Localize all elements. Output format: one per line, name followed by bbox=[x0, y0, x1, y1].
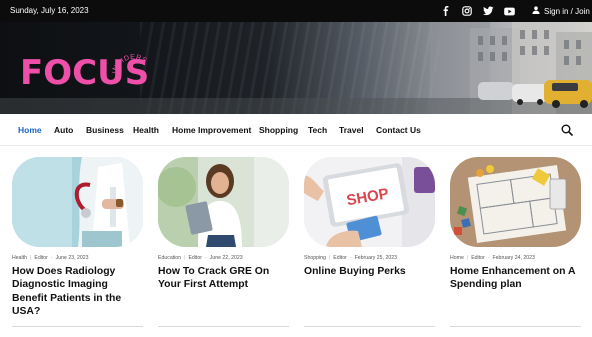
article-meta: Health | Editor - June 23, 2023 bbox=[12, 255, 89, 261]
sign-in-link[interactable]: Sign in / Join bbox=[532, 6, 590, 16]
card-divider bbox=[12, 326, 143, 327]
article-thumbnail-shop-tablet[interactable]: SHOP bbox=[304, 157, 435, 247]
logo-tagline: INSIDERS bbox=[112, 54, 148, 75]
article-card[interactable]: Education | Editor - June 22, 2023 How To Cr… bbox=[158, 157, 289, 292]
header-banner: FOCUS INSIDERS bbox=[0, 22, 592, 114]
article-title[interactable]: Home Enhancement on A Spending plan bbox=[450, 265, 581, 292]
article-thumbnail-floor-plan[interactable] bbox=[450, 157, 581, 247]
article-title[interactable]: Online Buying Perks bbox=[304, 265, 435, 278]
article-meta: Home | Editor - February 24, 2023 bbox=[450, 255, 535, 261]
social-links bbox=[440, 5, 515, 17]
sign-in-label: Sign in / Join bbox=[544, 6, 590, 16]
article-date: June 23, 2023 bbox=[55, 255, 89, 261]
main-nav: Home Auto Business Health Home Improveme… bbox=[0, 114, 592, 146]
user-icon bbox=[532, 6, 540, 16]
article-author[interactable]: Editor bbox=[34, 255, 48, 261]
instagram-icon[interactable] bbox=[461, 5, 473, 17]
facebook-icon[interactable] bbox=[440, 5, 452, 17]
article-category[interactable]: Shopping bbox=[304, 255, 326, 261]
site-logo[interactable]: FOCUS INSIDERS bbox=[20, 54, 149, 90]
twitter-icon[interactable] bbox=[482, 5, 494, 17]
nav-item-travel[interactable]: Travel bbox=[339, 125, 364, 135]
nav-item-home[interactable]: Home bbox=[18, 125, 42, 135]
article-meta: Shopping | Editor - February 25, 2023 bbox=[304, 255, 397, 261]
nav-item-shopping[interactable]: Shopping bbox=[259, 125, 298, 135]
card-divider bbox=[450, 326, 581, 327]
search-icon[interactable] bbox=[561, 124, 573, 136]
top-bar: Sunday, July 16, 2023 Sign in / Join bbox=[0, 0, 592, 22]
nav-item-business[interactable]: Business bbox=[86, 125, 124, 135]
article-category[interactable]: Health bbox=[12, 255, 27, 261]
nav-item-home-improvement[interactable]: Home Improvement bbox=[172, 125, 251, 135]
article-date: June 22, 2023 bbox=[209, 255, 243, 261]
article-author[interactable]: Editor bbox=[188, 255, 202, 261]
article-card[interactable]: SHOP Shopping | Editor - February 25, 2023 O… bbox=[304, 157, 435, 278]
nav-item-contact-us[interactable]: Contact Us bbox=[376, 125, 421, 135]
article-category[interactable]: Education bbox=[158, 255, 181, 261]
article-category[interactable]: Home bbox=[450, 255, 464, 261]
article-date: February 25, 2023 bbox=[354, 255, 397, 261]
article-meta: Education | Editor - June 22, 2023 bbox=[158, 255, 243, 261]
article-author[interactable]: Editor bbox=[471, 255, 485, 261]
article-author[interactable]: Editor bbox=[333, 255, 347, 261]
nav-item-health[interactable]: Health bbox=[133, 125, 159, 135]
article-thumbnail-doctor[interactable] bbox=[12, 157, 143, 247]
article-thumbnail-student[interactable] bbox=[158, 157, 289, 247]
article-card[interactable]: Health | Editor - June 23, 2023 How Does Rad… bbox=[12, 157, 143, 319]
nav-item-tech[interactable]: Tech bbox=[308, 125, 327, 135]
article-title[interactable]: How To Crack GRE On Your First Attempt bbox=[158, 265, 289, 292]
youtube-icon[interactable] bbox=[503, 5, 515, 17]
current-date: Sunday, July 16, 2023 bbox=[10, 6, 89, 15]
svg-text:INSIDERS: INSIDERS bbox=[112, 54, 148, 75]
card-divider bbox=[304, 326, 435, 327]
article-title[interactable]: How Does Radiology Diagnostic Imaging Be… bbox=[12, 265, 143, 319]
article-card[interactable]: Home | Editor - February 24, 2023 Home Enhan… bbox=[450, 157, 581, 292]
article-date: February 24, 2023 bbox=[492, 255, 535, 261]
nav-item-auto[interactable]: Auto bbox=[54, 125, 73, 135]
card-divider bbox=[158, 326, 289, 327]
